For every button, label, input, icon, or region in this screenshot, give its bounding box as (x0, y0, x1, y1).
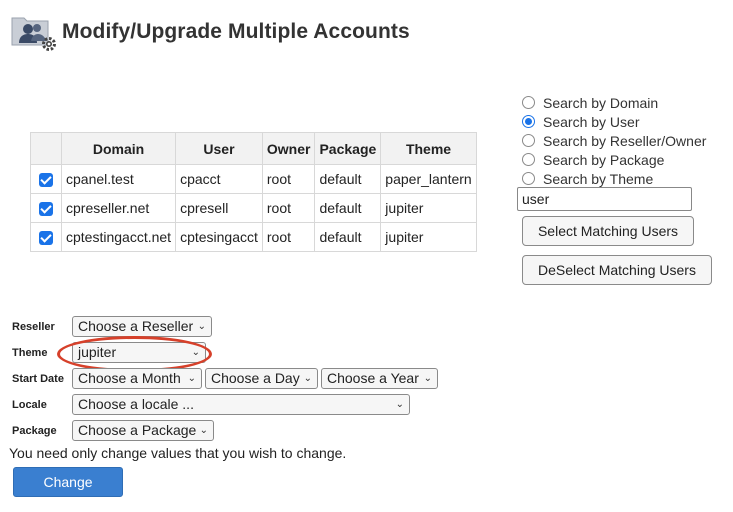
month-select-value: Choose a Month (78, 370, 181, 386)
cell-owner: root (261, 193, 316, 223)
radio-button[interactable] (522, 172, 535, 185)
page-header: Modify/Upgrade Multiple Accounts (10, 12, 410, 52)
locale-label: Locale (12, 399, 47, 411)
change-button[interactable]: Change (13, 467, 123, 497)
deselect-matching-users-button[interactable]: DeSelect Matching Users (522, 255, 712, 285)
package-select[interactable]: Choose a Package ⌄ (72, 420, 214, 441)
chevron-down-icon: ⌄ (423, 373, 432, 384)
reseller-select[interactable]: Choose a Reseller ⌄ (72, 316, 212, 337)
cell-domain: cpanel.test (60, 164, 177, 194)
radio-search-reseller[interactable]: Search by Reseller/Owner (522, 131, 706, 150)
row-checkbox[interactable] (39, 173, 53, 188)
cell-domain: cpreseller.net (60, 193, 177, 223)
table-header-row: Domain User Owner Package Theme (30, 132, 477, 165)
radio-label: Search by Domain (543, 94, 659, 111)
row-select-cell (30, 164, 62, 194)
header-package: Package (314, 132, 382, 165)
radio-search-package[interactable]: Search by Package (522, 150, 706, 169)
radio-button[interactable] (522, 134, 535, 147)
header-owner: Owner (261, 132, 316, 165)
header-checkbox-column (30, 132, 62, 165)
cell-domain: cptestingacct.net (60, 222, 177, 252)
users-gear-icon (10, 12, 58, 52)
cell-owner: root (261, 222, 316, 252)
radio-label: Search by Reseller/Owner (543, 132, 707, 149)
locale-select-value: Choose a locale ... (78, 396, 194, 412)
highlight-circle (57, 336, 212, 372)
accounts-table: Domain User Owner Package Theme cpanel.t… (30, 132, 477, 252)
cell-user: cpresell (175, 193, 263, 223)
cell-owner: root (261, 164, 316, 194)
chevron-down-icon: ⌄ (187, 373, 196, 384)
header-user: User (175, 132, 263, 165)
radio-label: Search by User (543, 113, 640, 130)
month-select[interactable]: Choose a Month ⌄ (72, 368, 202, 389)
theme-label: Theme (12, 347, 48, 359)
reseller-select-value: Choose a Reseller (78, 318, 194, 334)
row-select-cell (30, 193, 62, 223)
day-select-value: Choose a Day (211, 370, 300, 386)
cell-theme: jupiter (380, 222, 477, 252)
radio-search-theme[interactable]: Search by Theme (522, 169, 706, 188)
start-date-label: Start Date (12, 373, 64, 385)
table-row: cpreseller.net cpresell root default jup… (30, 193, 477, 223)
select-matching-users-button[interactable]: Select Matching Users (522, 216, 694, 246)
chevron-down-icon: ⌄ (395, 399, 404, 410)
package-label: Package (12, 425, 57, 437)
radio-label: Search by Theme (543, 170, 654, 187)
cell-theme: paper_lantern (380, 164, 477, 194)
radio-search-domain[interactable]: Search by Domain (522, 93, 706, 112)
cell-package: default (314, 222, 382, 252)
chevron-down-icon: ⌄ (197, 321, 206, 332)
table-row: cpanel.test cpacct root default paper_la… (30, 164, 477, 194)
header-theme: Theme (380, 132, 477, 165)
table-row: cptestingacct.net cptesingacct root defa… (30, 222, 477, 252)
radio-search-user[interactable]: Search by User (522, 112, 706, 131)
row-checkbox[interactable] (39, 202, 53, 217)
cell-user: cpacct (175, 164, 263, 194)
page-title: Modify/Upgrade Multiple Accounts (62, 20, 410, 43)
cell-package: default (314, 193, 382, 223)
package-select-value: Choose a Package (78, 422, 197, 438)
year-select[interactable]: Choose a Year ⌄ (321, 368, 438, 389)
radio-button[interactable] (522, 153, 535, 166)
cell-theme: jupiter (380, 193, 477, 223)
row-checkbox[interactable] (39, 231, 53, 246)
day-select[interactable]: Choose a Day ⌄ (205, 368, 318, 389)
reseller-label: Reseller (12, 321, 55, 333)
radio-label: Search by Package (543, 151, 665, 168)
chevron-down-icon: ⌄ (303, 373, 312, 384)
radio-button[interactable] (522, 96, 535, 109)
locale-select[interactable]: Choose a locale ... ⌄ (72, 394, 410, 415)
chevron-down-icon: ⌄ (199, 425, 208, 436)
radio-button-selected[interactable] (522, 115, 535, 128)
search-options: Search by Domain Search by User Search b… (522, 93, 706, 188)
search-input[interactable] (517, 187, 692, 211)
year-select-value: Choose a Year (327, 370, 419, 386)
change-note: You need only change values that you wis… (9, 445, 347, 461)
header-domain: Domain (60, 132, 177, 165)
cell-package: default (314, 164, 382, 194)
cell-user: cptesingacct (175, 222, 263, 252)
row-select-cell (30, 222, 62, 252)
